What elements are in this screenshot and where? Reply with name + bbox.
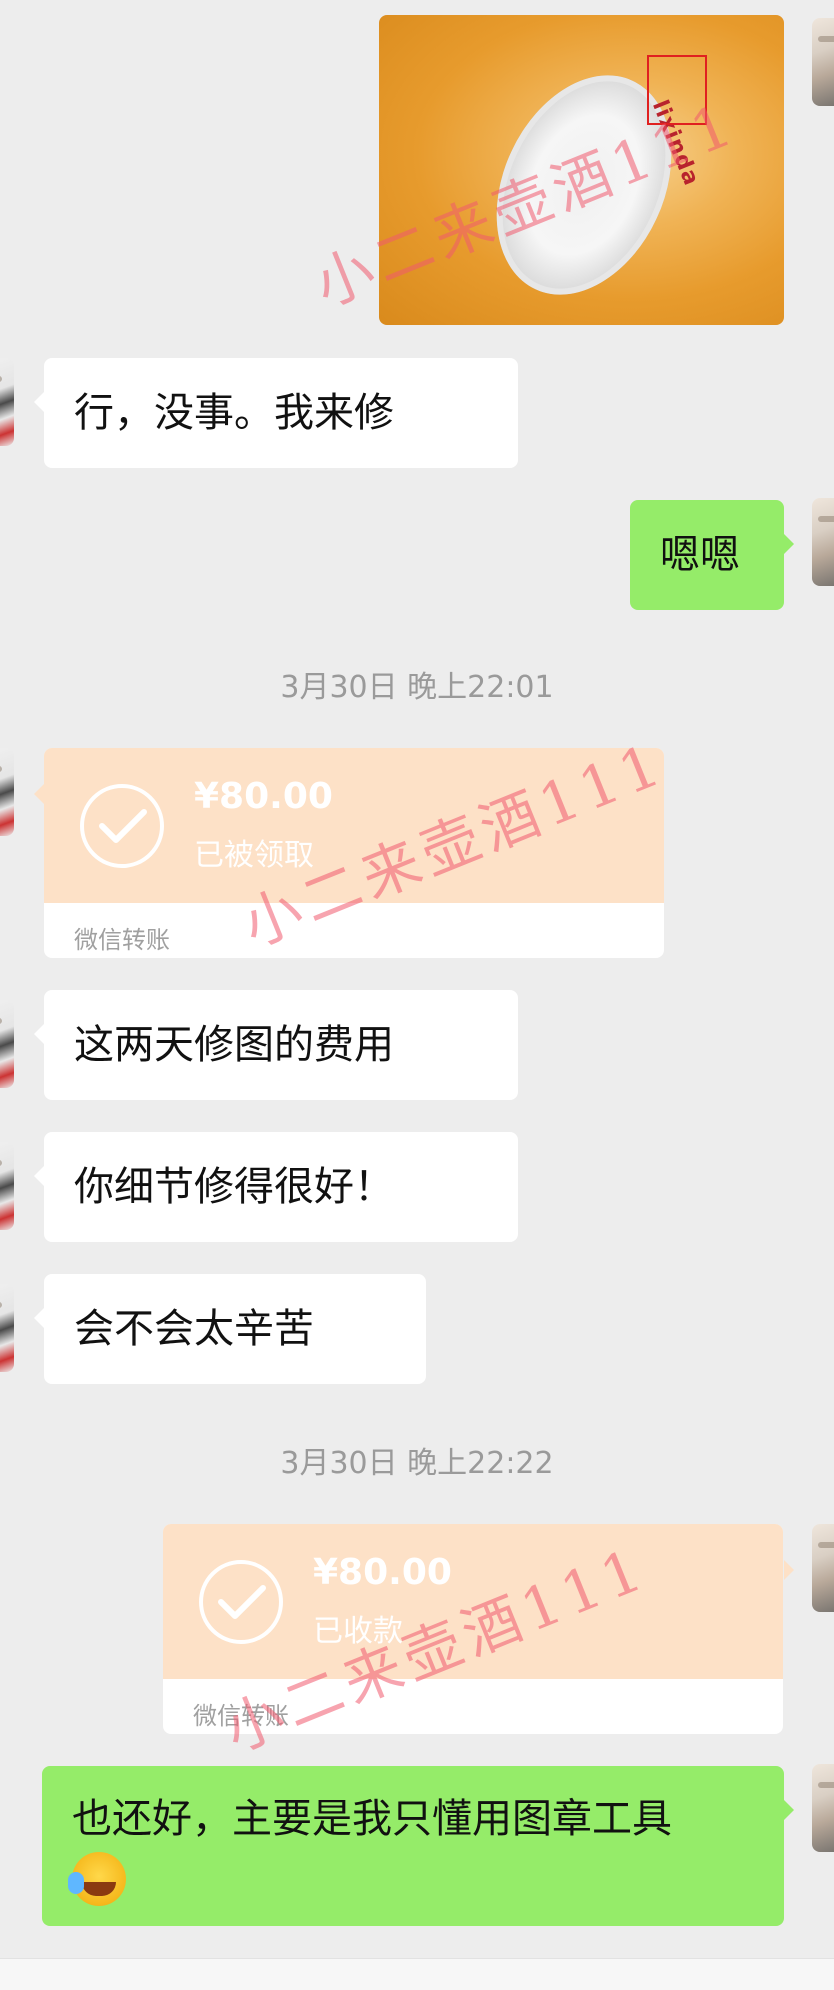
input-bar[interactable] — [0, 1958, 834, 1990]
transfer-status: 已收款 — [313, 1614, 403, 1649]
transfer-card-sent[interactable]: ¥80.00 已收款 微信转账 — [163, 1524, 783, 1734]
image-message[interactable]: lixinda — [379, 15, 784, 325]
avatar-contact[interactable] — [0, 1284, 14, 1372]
avatar-contact[interactable] — [0, 1000, 14, 1088]
message-bubble-sent[interactable]: 嗯嗯 — [630, 500, 794, 610]
transfer-label: 微信转账 — [74, 926, 170, 954]
transfer-card-header: ¥80.00 已被领取 — [44, 748, 664, 903]
transfer-amount: ¥80.00 — [194, 776, 333, 817]
message-bubble-received[interactable]: 这两天修图的费用 — [34, 990, 518, 1100]
avatar-self[interactable] — [812, 18, 834, 106]
avatar-contact[interactable] — [0, 1142, 14, 1230]
bubble-tail — [784, 1560, 794, 1580]
transfer-card-received[interactable]: ¥80.00 已被领取 微信转账 — [44, 748, 664, 958]
message-text: 会不会太辛苦 — [74, 1306, 314, 1352]
check-circle-icon — [199, 1560, 283, 1644]
transfer-status: 已被领取 — [194, 838, 314, 873]
crying-face-emoji — [68, 1852, 126, 1906]
transfer-amount: ¥80.00 — [313, 1552, 452, 1593]
avatar-contact[interactable] — [0, 358, 14, 446]
chat-timestamp: 3月30日 晚上22:22 — [280, 1446, 554, 1481]
message-bubble-received[interactable]: 行，没事。我来修 — [34, 358, 518, 468]
transfer-card-header: ¥80.00 已收款 — [163, 1524, 783, 1679]
message-bubble-received[interactable]: 会不会太辛苦 — [34, 1274, 426, 1384]
check-circle-icon — [80, 784, 164, 868]
message-text: 你细节修得很好！ — [74, 1164, 394, 1210]
avatar-self[interactable] — [812, 498, 834, 586]
message-bubble-sent[interactable]: 也还好，主要是我只懂用图章工具 — [42, 1766, 794, 1926]
message-text: 行，没事。我来修 — [74, 390, 394, 436]
avatar-contact[interactable] — [0, 748, 14, 836]
bubble-tail — [34, 784, 44, 804]
message-text: 嗯嗯 — [660, 532, 740, 578]
message-bubble-received[interactable]: 你细节修得很好！ — [34, 1132, 518, 1242]
message-text: 也还好，主要是我只懂用图章工具 — [72, 1796, 672, 1842]
highlight-box — [647, 55, 707, 125]
avatar-self[interactable] — [812, 1764, 834, 1852]
message-text: 这两天修图的费用 — [74, 1022, 394, 1068]
chat-timestamp: 3月30日 晚上22:01 — [280, 670, 554, 705]
transfer-label: 微信转账 — [193, 1702, 289, 1730]
avatar-self[interactable] — [812, 1524, 834, 1612]
